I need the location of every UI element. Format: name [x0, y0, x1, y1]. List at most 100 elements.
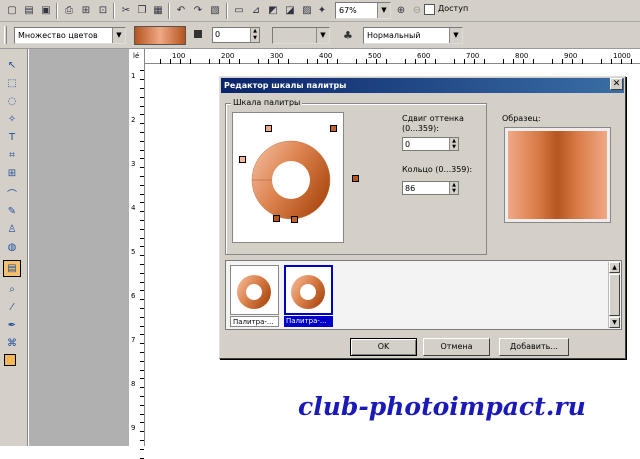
eyedropper-tool-icon[interactable]: ⁄: [3, 299, 21, 316]
color-handle[interactable]: [352, 175, 359, 182]
chevron-down-icon[interactable]: ▼: [112, 28, 125, 43]
ruler-tick: [140, 220, 144, 221]
color-handle[interactable]: [291, 216, 298, 223]
zoom-tool-icon[interactable]: ⌕: [3, 281, 21, 298]
paste-icon[interactable]: ▦: [150, 3, 166, 18]
bucket-tool-icon[interactable]: ◍: [3, 239, 21, 256]
ruler-tick: [464, 59, 465, 64]
ruler-tick: [209, 59, 210, 64]
ruler-tick: [140, 255, 144, 256]
chevron-down-icon[interactable]: ▼: [449, 28, 462, 43]
ring-preview[interactable]: [232, 112, 359, 244]
ruler-tick: [140, 264, 144, 265]
add-button[interactable]: Добавить...: [499, 338, 569, 356]
ruler-mark-left: 7: [131, 336, 136, 344]
gradient-tool-icon[interactable]: ▤: [3, 260, 21, 277]
fill-mode-select[interactable]: Множество цветов ▼: [14, 27, 126, 44]
pick-tool-icon[interactable]: ↖: [3, 57, 21, 74]
lasso-tool-icon[interactable]: ◌: [3, 93, 21, 110]
spin-arrows-icon[interactable]: ▲ ▼: [449, 138, 458, 150]
ruler-tick: [562, 59, 563, 64]
chevron-down-icon[interactable]: ▼: [377, 3, 390, 18]
thumbnail-label-selected[interactable]: Палитра-...: [284, 316, 333, 327]
scan-icon[interactable]: ⎙: [61, 3, 77, 18]
ruler-tick: [376, 59, 377, 64]
brush-tool-icon[interactable]: ✎: [3, 203, 21, 220]
text-tool-icon[interactable]: T: [3, 129, 21, 146]
zoom-combo[interactable]: 67% ▼: [335, 2, 391, 19]
list-scrollbar[interactable]: ▲ ▼: [608, 262, 620, 328]
dialog-title: Редактор шкалы палитры: [224, 81, 347, 90]
copy-icon[interactable]: ❐: [134, 3, 150, 18]
ruler-mark-top: 200: [221, 52, 235, 60]
magic-wand-tool-icon[interactable]: ✧: [3, 111, 21, 128]
path-tool-icon[interactable]: ⌘: [3, 335, 21, 352]
ruler-tick: [140, 106, 144, 107]
new-file-icon[interactable]: ▢: [4, 3, 20, 18]
color-handle[interactable]: [273, 215, 280, 222]
ruler-tick: [140, 185, 144, 186]
thumbnail-label[interactable]: Палитра-...: [230, 316, 279, 327]
cancel-button[interactable]: Отмена: [423, 338, 490, 356]
scroll-down-icon[interactable]: ▼: [609, 317, 620, 328]
save-icon[interactable]: ▣: [38, 3, 54, 18]
blend-mode-select[interactable]: Нормальный ▼: [363, 27, 463, 44]
color-ring-graphic[interactable]: [233, 113, 345, 244]
color-handle[interactable]: [239, 156, 246, 163]
ruler-tick: [140, 123, 144, 124]
palette-list[interactable]: Палитра-... Палитра-... ▲ ▼: [225, 260, 622, 330]
spin-arrows-icon[interactable]: ▲ ▼: [250, 28, 259, 42]
palette-thumbnail[interactable]: [230, 265, 279, 315]
pen-tool-icon[interactable]: ✒: [3, 317, 21, 334]
cut-icon[interactable]: ✂: [118, 3, 134, 18]
magic-wand-icon[interactable]: ✦: [314, 3, 330, 18]
transform-icon[interactable]: ⊿: [248, 3, 264, 18]
selection-tool-icon[interactable]: ⬚: [3, 75, 21, 92]
angle-icon[interactable]: [194, 30, 202, 38]
ruler-tick: [258, 59, 259, 64]
ruler-tick: [533, 59, 534, 64]
access-icon[interactable]: [424, 4, 435, 15]
ruler-tick: [140, 387, 144, 388]
zoom-out-icon[interactable]: ⊖: [409, 3, 425, 18]
ruler-prefix: lé: [133, 52, 140, 60]
access-label[interactable]: Доступ: [438, 4, 468, 13]
palette-thumbnail-selected[interactable]: [284, 265, 333, 315]
color-handle[interactable]: [265, 125, 272, 132]
redo-icon[interactable]: ↷: [190, 3, 206, 18]
hue-shift-input[interactable]: 0 ▲ ▼: [402, 137, 459, 151]
ruler-mark-top: 900: [564, 52, 578, 60]
scroll-thumb[interactable]: [609, 274, 620, 316]
transform-tool-icon[interactable]: ⊞: [3, 165, 21, 182]
ok-button[interactable]: OK: [350, 338, 417, 356]
gradient-swatch[interactable]: [134, 26, 186, 45]
ring-input[interactable]: 86 ▲ ▼: [402, 181, 459, 195]
ruler-tick: [631, 59, 632, 64]
foreground-color-swatch[interactable]: [4, 354, 16, 366]
close-icon[interactable]: ✕: [610, 78, 623, 90]
retouch-tool-icon[interactable]: ⌒: [3, 185, 21, 202]
ruler-tick: [611, 59, 612, 64]
ruler-tick: [523, 59, 524, 64]
ruler-tick: [140, 405, 144, 406]
ruler-tick: [140, 352, 144, 353]
ruler-tick: [572, 59, 573, 64]
filter-icon[interactable]: ◩: [265, 3, 281, 18]
print-icon[interactable]: ⊡: [95, 3, 111, 18]
value-input[interactable]: 0 ▲ ▼: [212, 27, 260, 43]
spin-arrows-icon[interactable]: ▲ ▼: [449, 182, 458, 194]
grid-icon[interactable]: ⊞: [78, 3, 94, 18]
screen-icon[interactable]: ▭: [231, 3, 247, 18]
ruler-mark-top: 400: [319, 52, 333, 60]
scroll-up-icon[interactable]: ▲: [609, 262, 620, 273]
undo-icon[interactable]: ↶: [173, 3, 189, 18]
crop-tool-icon[interactable]: ⌗: [3, 147, 21, 164]
open-folder-icon[interactable]: ▤: [21, 3, 37, 18]
ruler-mark-left: 2: [131, 116, 136, 124]
effect-icon[interactable]: ◪: [282, 3, 298, 18]
stamp-tool-icon[interactable]: ♙: [3, 221, 21, 238]
zoom-in-icon[interactable]: ⊕: [393, 3, 409, 18]
export-icon[interactable]: ▨: [299, 3, 315, 18]
color-handle[interactable]: [330, 125, 337, 132]
image-icon[interactable]: ▧: [207, 3, 223, 18]
